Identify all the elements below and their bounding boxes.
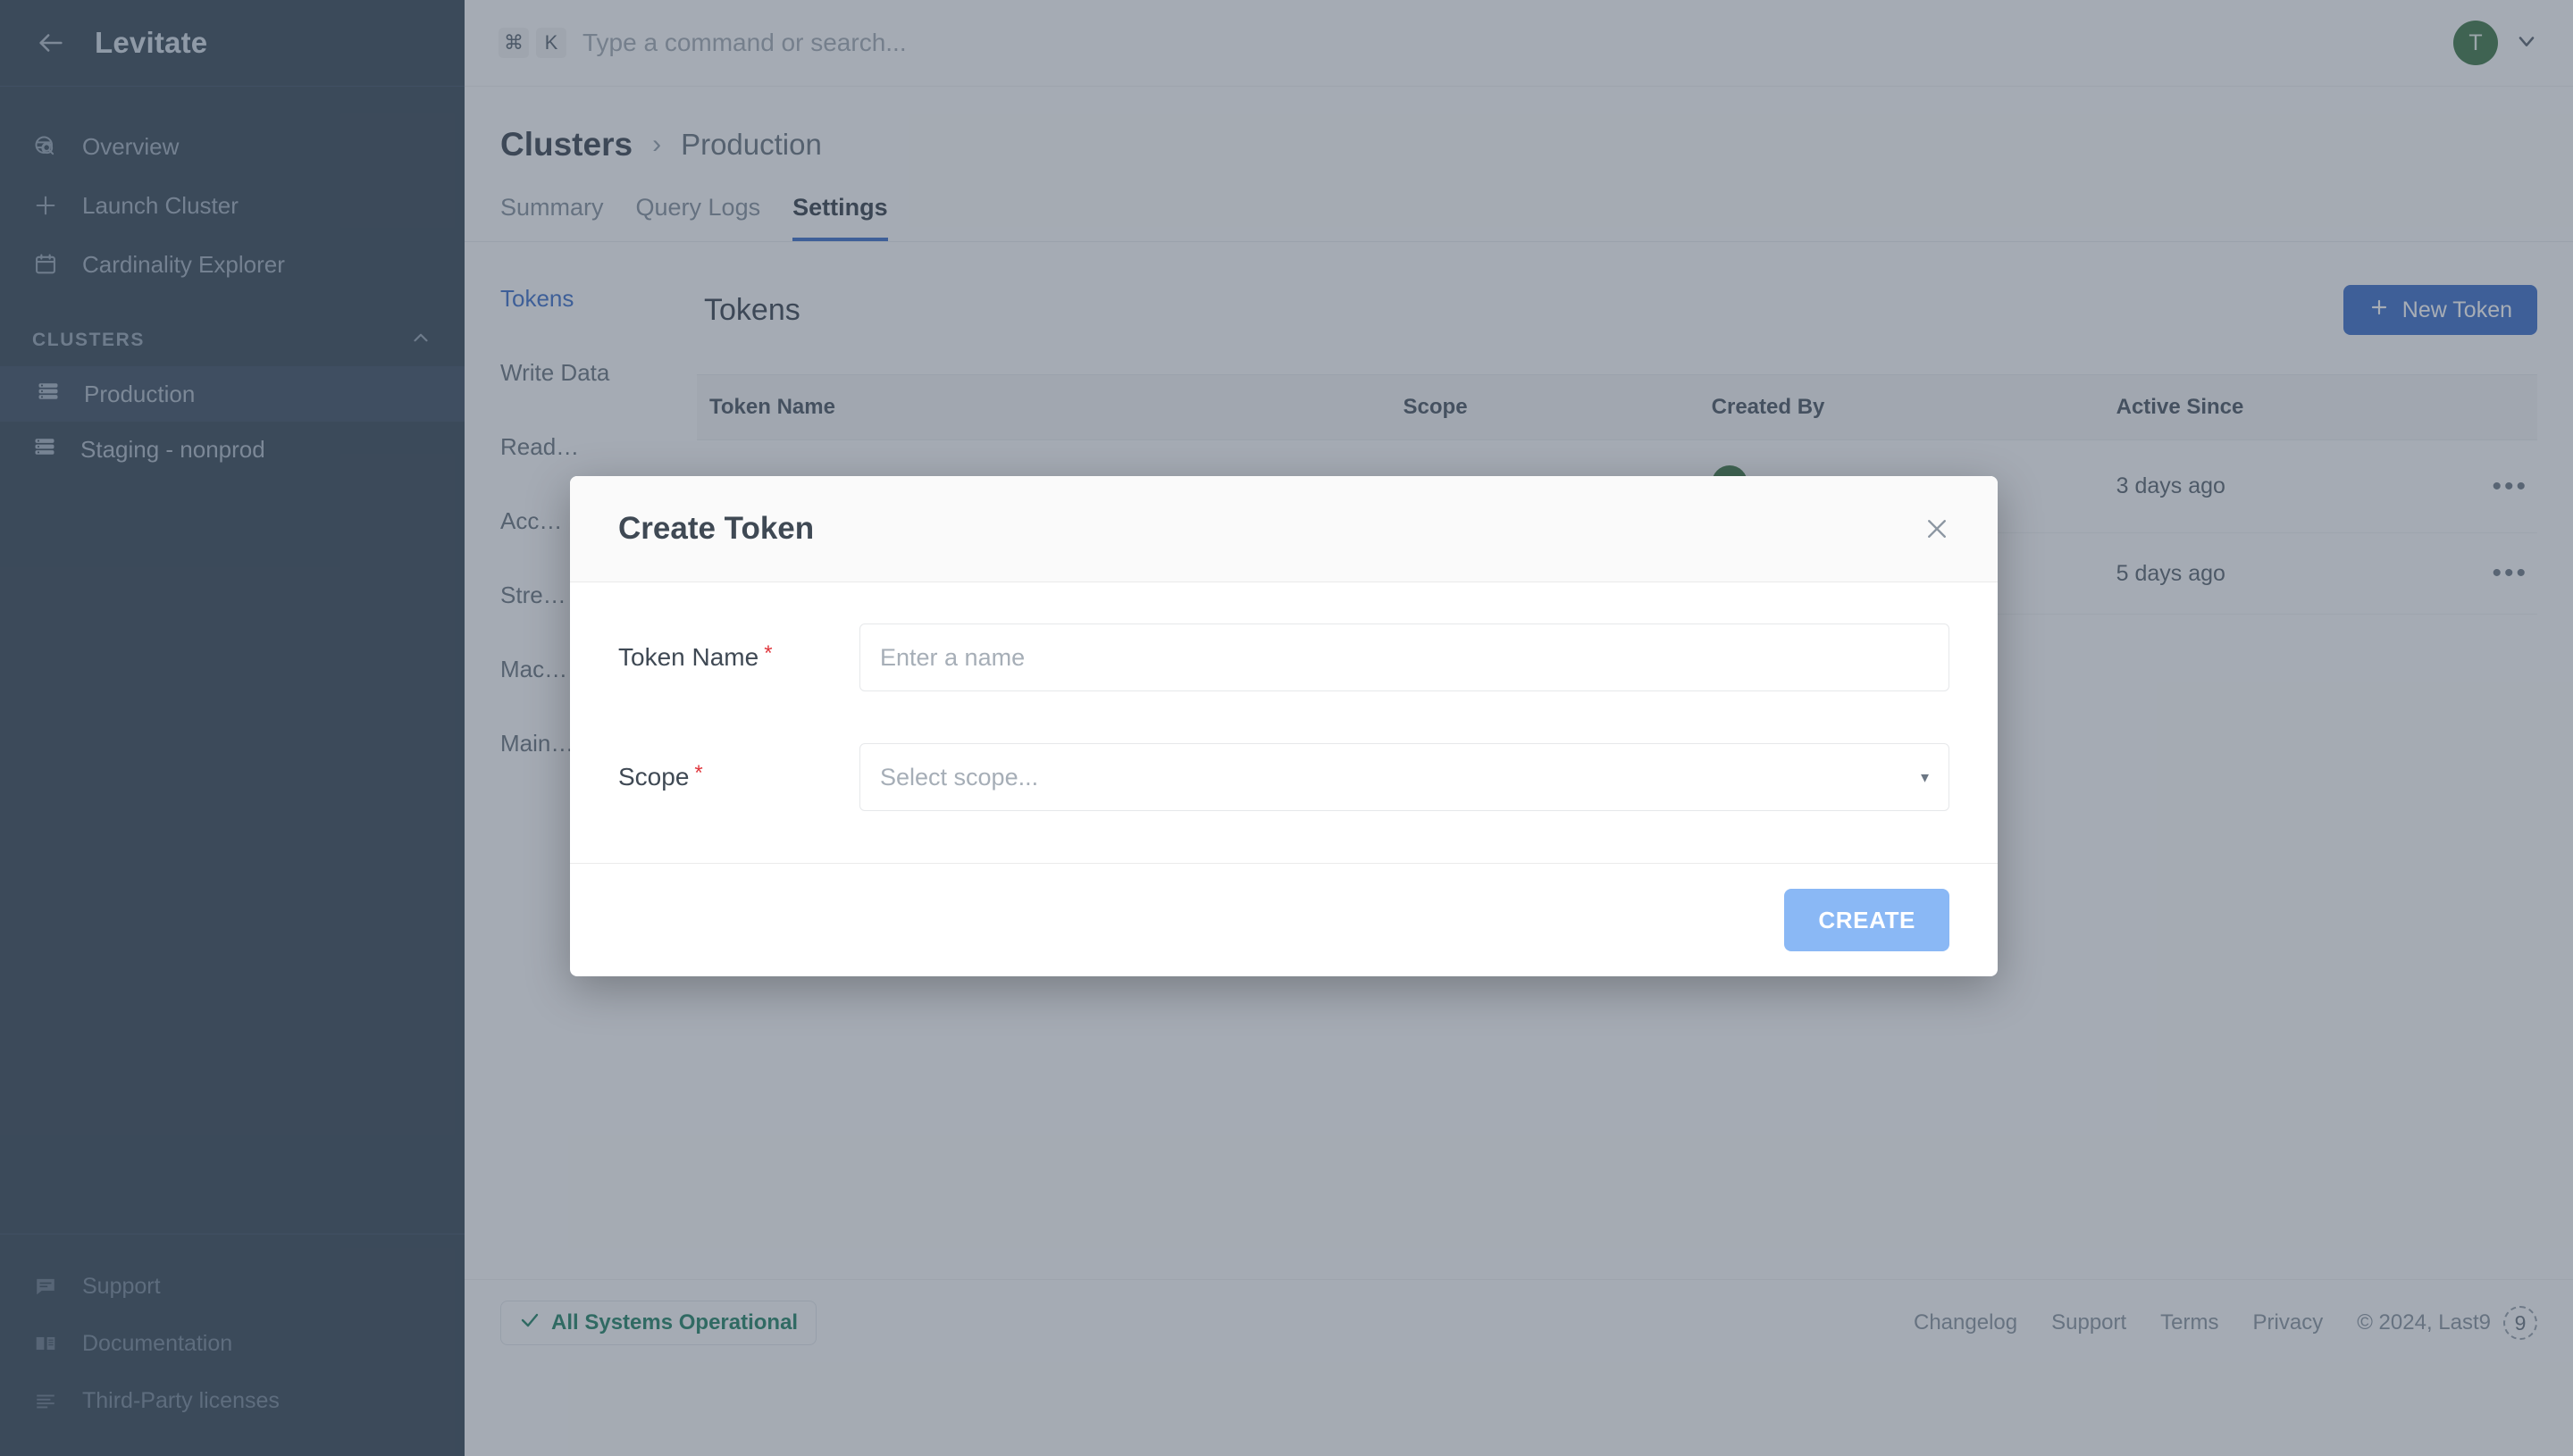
field-label-text: Scope [618, 763, 690, 791]
scope-select-placeholder: Select scope... [880, 763, 1039, 791]
dialog-header: Create Token [570, 476, 1998, 583]
field-label-scope: Scope * [618, 763, 859, 791]
dialog-body: Token Name * Scope * Select scope... ▾ [570, 582, 1998, 863]
dialog-title: Create Token [618, 511, 815, 547]
close-icon[interactable] [1917, 509, 1957, 548]
required-asterisk: * [694, 761, 703, 786]
field-control [859, 623, 1949, 692]
chevron-down-icon: ▾ [1920, 767, 1929, 786]
field-label-token-name: Token Name * [618, 643, 859, 672]
field-token-name: Token Name * [618, 623, 1949, 692]
dialog-footer: CREATE [570, 863, 1998, 976]
field-scope: Scope * Select scope... ▾ [618, 743, 1949, 812]
required-asterisk: * [764, 641, 773, 666]
field-control: Select scope... ▾ [859, 743, 1949, 812]
field-label-text: Token Name [618, 643, 759, 672]
token-name-input[interactable] [859, 623, 1949, 692]
create-token-dialog: Create Token Token Name * Scope * [570, 476, 1998, 976]
create-button[interactable]: CREATE [1784, 889, 1949, 952]
scope-select[interactable]: Select scope... ▾ [859, 743, 1949, 812]
